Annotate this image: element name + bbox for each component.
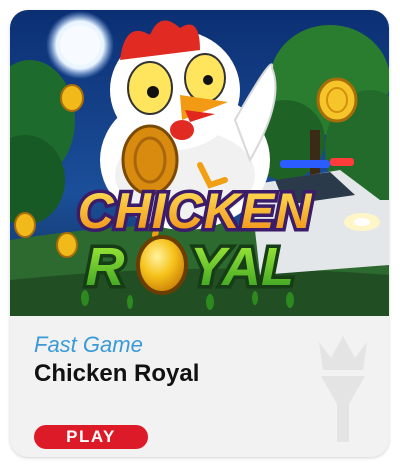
game-info: Fast Game Chicken Royal PLAY	[10, 316, 389, 457]
logo-line1: CHICKEN	[78, 183, 313, 239]
game-title: Chicken Royal	[34, 360, 200, 387]
crown-y-icon	[319, 336, 367, 442]
game-thumbnail[interactable]: CHICKEN R YAL	[10, 10, 389, 316]
logo-line2-left: R	[86, 237, 125, 297]
game-category: Fast Game	[34, 332, 143, 357]
chicken-royal-art: CHICKEN R YAL	[10, 10, 389, 316]
logo-line2-right: YAL	[190, 237, 294, 297]
play-button[interactable]: PLAY	[34, 425, 148, 449]
game-card[interactable]: CHICKEN R YAL Fast Game Chicken Royal PL…	[10, 10, 389, 457]
golden-egg-icon	[136, 235, 188, 295]
